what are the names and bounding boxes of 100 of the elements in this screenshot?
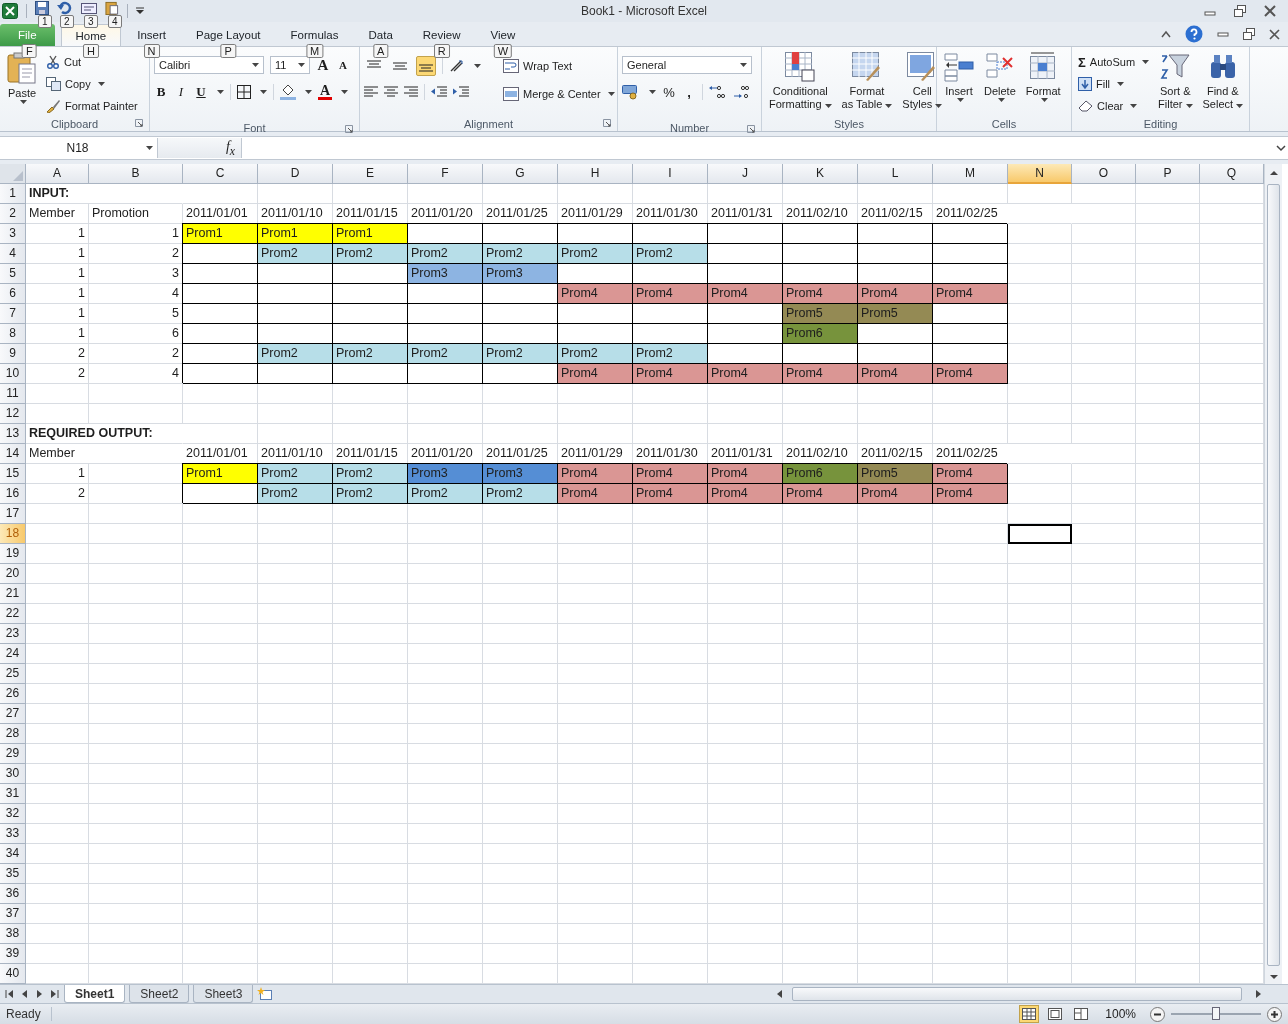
- cell[interactable]: Prom4: [708, 363, 783, 384]
- first-sheet-icon[interactable]: [4, 989, 16, 1000]
- column-header[interactable]: A: [26, 163, 89, 184]
- row-header[interactable]: 2: [0, 203, 26, 224]
- cell[interactable]: 2011/01/15: [333, 203, 408, 224]
- cell[interactable]: Prom2: [408, 243, 483, 264]
- clear-button[interactable]: Clear: [1076, 96, 1152, 117]
- close-icon[interactable]: [1269, 28, 1280, 40]
- normal-view-button[interactable]: [1019, 1005, 1040, 1024]
- cell[interactable]: Prom4: [558, 483, 633, 504]
- cell[interactable]: 1: [26, 283, 89, 304]
- vertical-align-button[interactable]: [416, 56, 436, 77]
- row-header[interactable]: 10: [0, 363, 26, 384]
- cell[interactable]: Prom4: [933, 463, 1008, 484]
- row-header[interactable]: 1: [0, 183, 26, 204]
- font-name-field[interactable]: Calibri: [154, 56, 264, 75]
- row-header[interactable]: 33: [0, 823, 26, 844]
- zoom-out-icon[interactable]: [1150, 1006, 1165, 1022]
- previous-sheet-icon[interactable]: [20, 989, 30, 1000]
- cell[interactable]: Prom2: [408, 483, 483, 504]
- cell[interactable]: Prom3: [483, 463, 558, 484]
- row-header[interactable]: 18: [0, 523, 26, 544]
- cell[interactable]: 2011/01/30: [633, 203, 708, 224]
- fill-button[interactable]: Fill: [1076, 74, 1152, 95]
- cell[interactable]: 2011/01/31: [708, 203, 783, 224]
- cell[interactable]: 1: [26, 463, 89, 484]
- format-as-table-button[interactable]: Format as Table: [838, 50, 896, 114]
- cell[interactable]: 2011/01/01: [183, 203, 258, 224]
- active-cell[interactable]: [1008, 523, 1072, 544]
- cell[interactable]: Prom4: [858, 363, 933, 384]
- column-header[interactable]: D: [258, 163, 333, 184]
- decrease-indent-icon[interactable]: [431, 86, 447, 99]
- cell[interactable]: 2011/01/10: [258, 203, 333, 224]
- row-header[interactable]: 14: [0, 443, 26, 464]
- insert-cells-button[interactable]: Insert: [941, 50, 977, 105]
- column-header[interactable]: L: [858, 163, 933, 184]
- zoom-slider-thumb[interactable]: [1212, 1007, 1220, 1021]
- cell[interactable]: Prom2: [333, 243, 408, 264]
- row-header[interactable]: 32: [0, 803, 26, 824]
- cell[interactable]: Prom6: [783, 463, 858, 484]
- row-header[interactable]: 16: [0, 483, 26, 504]
- column-header[interactable]: I: [633, 163, 708, 184]
- autosum-button[interactable]: Σ AutoSum: [1076, 52, 1152, 73]
- cell[interactable]: 2011/01/15: [333, 443, 408, 464]
- dialog-launcher-icon[interactable]: [603, 119, 611, 128]
- currency-icon[interactable]: [622, 84, 640, 101]
- format-painter-button[interactable]: Format Painter: [44, 96, 140, 117]
- ribbon-tab[interactable]: Page Layout: [182, 24, 275, 47]
- find-select-button[interactable]: Find & Select: [1199, 50, 1247, 114]
- row-header[interactable]: 21: [0, 583, 26, 604]
- cell[interactable]: Prom2: [408, 343, 483, 364]
- cell[interactable]: Prom4: [708, 283, 783, 304]
- cell[interactable]: 2011/02/10: [783, 443, 858, 464]
- borders-icon[interactable]: [237, 85, 251, 100]
- save-icon[interactable]: [35, 1, 49, 15]
- wrap-text-button[interactable]: Wrap Text: [501, 56, 617, 77]
- cell[interactable]: Prom2: [258, 343, 333, 364]
- clipboard-icon[interactable]: [105, 1, 119, 15]
- increase-decimal-icon[interactable]: [709, 84, 727, 101]
- cell[interactable]: Prom4: [933, 483, 1008, 504]
- decrease-decimal-icon[interactable]: [733, 84, 751, 101]
- comma-style-button[interactable]: ,: [682, 84, 696, 100]
- row-header[interactable]: 11: [0, 383, 26, 404]
- cell[interactable]: 2011/01/29: [558, 203, 633, 224]
- row-header[interactable]: 24: [0, 643, 26, 664]
- cell[interactable]: 2011/01/30: [633, 443, 708, 464]
- cell[interactable]: 2011/01/01: [183, 443, 258, 464]
- sheet-tab[interactable]: Sheet2: [129, 985, 190, 1004]
- cell[interactable]: 3: [89, 263, 183, 284]
- help-icon[interactable]: [1185, 25, 1203, 44]
- cell[interactable]: 1: [89, 223, 183, 244]
- ribbon-tab[interactable]: Formulas: [276, 24, 353, 47]
- cell[interactable]: 1: [26, 223, 89, 244]
- row-header[interactable]: 8: [0, 323, 26, 344]
- cell[interactable]: Prom4: [633, 483, 708, 504]
- cell[interactable]: Prom4: [633, 283, 708, 304]
- cell[interactable]: Prom3: [483, 263, 558, 284]
- row-header[interactable]: 15: [0, 463, 26, 484]
- cell[interactable]: 1: [26, 263, 89, 284]
- customize-caret-icon[interactable]: [136, 7, 144, 15]
- cell[interactable]: 1: [26, 243, 89, 264]
- row-header[interactable]: 38: [0, 923, 26, 944]
- column-header[interactable]: J: [708, 163, 783, 184]
- cell[interactable]: Prom4: [708, 463, 783, 484]
- last-sheet-icon[interactable]: [48, 989, 60, 1000]
- row-header[interactable]: 29: [0, 743, 26, 764]
- cell[interactable]: Prom4: [708, 483, 783, 504]
- cell[interactable]: Prom1: [183, 463, 258, 484]
- delete-cells-button[interactable]: Delete: [981, 50, 1019, 105]
- cell[interactable]: Prom4: [933, 363, 1008, 384]
- italic-button[interactable]: I: [174, 84, 188, 101]
- cell[interactable]: 2011/02/25: [933, 203, 1072, 224]
- row-header[interactable]: 31: [0, 783, 26, 804]
- cell[interactable]: Prom4: [933, 283, 1008, 304]
- column-header[interactable]: B: [89, 163, 183, 184]
- row-header[interactable]: 28: [0, 723, 26, 744]
- cell[interactable]: Prom2: [558, 343, 633, 364]
- column-header[interactable]: Q: [1200, 163, 1264, 184]
- cell[interactable]: Prom3: [408, 263, 483, 284]
- cell[interactable]: 2011/01/20: [408, 203, 483, 224]
